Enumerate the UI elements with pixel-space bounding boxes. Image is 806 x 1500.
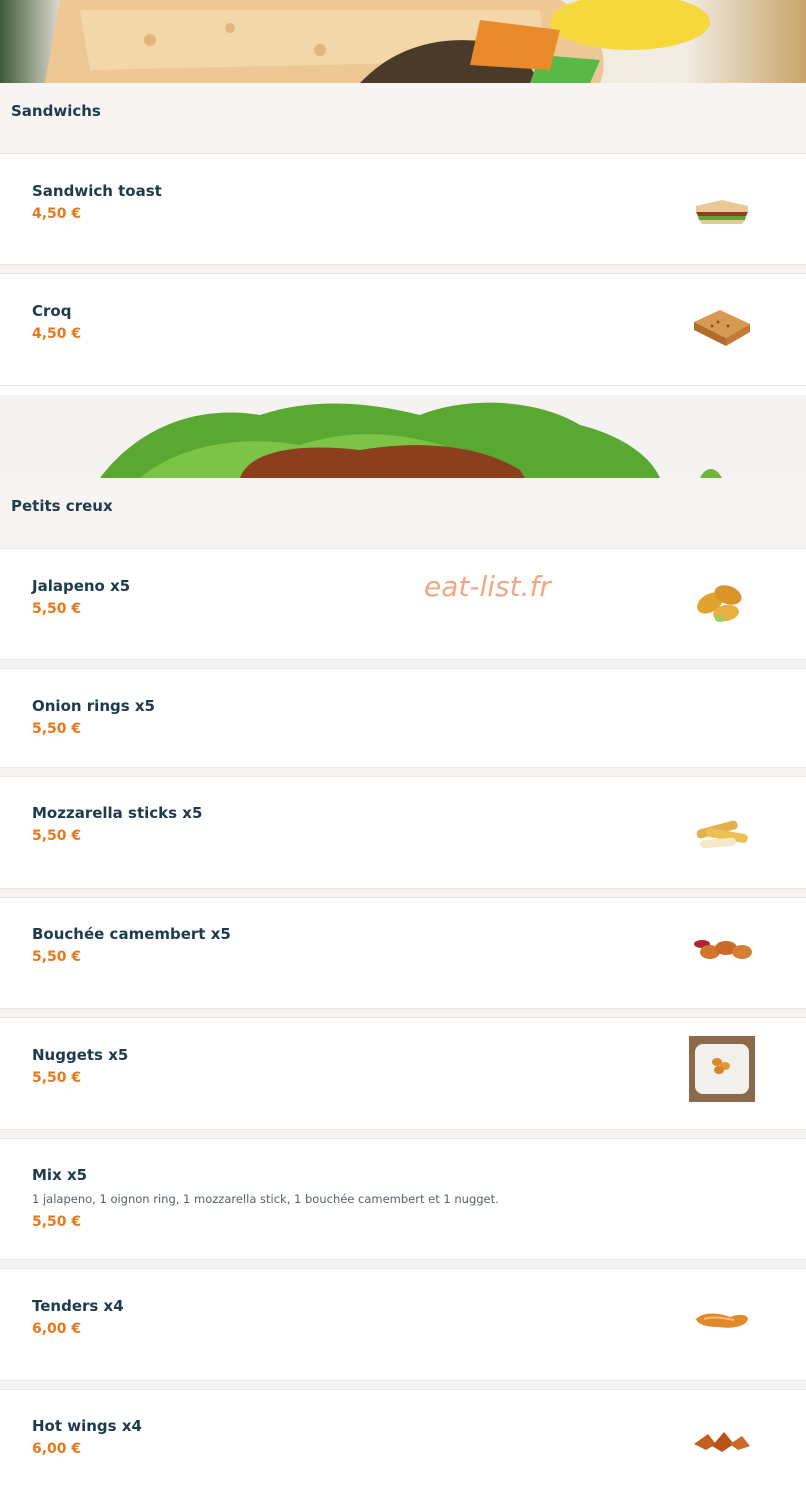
nuggets-plate-photo — [689, 1036, 755, 1102]
item-price: 5,50 € — [32, 828, 82, 844]
item-price: 5,50 € — [32, 721, 82, 737]
item-name: Jalapeno x5 — [32, 577, 131, 595]
croque-monsieur-photo — [690, 296, 754, 360]
section-title: Sandwichs — [11, 102, 101, 120]
menu-item[interactable]: Mozzarella sticks x5 5,50 € — [0, 776, 806, 889]
item-name: Sandwich toast — [32, 182, 162, 200]
item-description: 1 jalapeno, 1 oignon ring, 1 mozzarella … — [32, 1192, 499, 1206]
item-name: Nuggets x5 — [32, 1046, 129, 1064]
item-price: 5,50 € — [32, 949, 82, 965]
menu-item[interactable]: Bouchée camembert x5 5,50 € — [0, 897, 806, 1009]
menu-item[interactable]: Tenders x4 6,00 € — [0, 1268, 806, 1381]
section-title: Petits creux — [11, 497, 113, 515]
item-price: 6,00 € — [32, 1321, 82, 1337]
menu-item[interactable]: Onion rings x5 5,50 € — [0, 668, 806, 768]
section-header-sandwichs: Sandwichs — [0, 83, 806, 143]
hot-wings-photo — [690, 1410, 754, 1474]
item-name: Tenders x4 — [32, 1297, 124, 1315]
chicken-salad-banner-image — [0, 395, 806, 478]
menu-item[interactable]: Sandwich toast 4,50 € — [0, 153, 806, 265]
item-price: 4,50 € — [32, 206, 82, 222]
item-price: 6,00 € — [32, 1441, 82, 1457]
mozzarella-sticks-photo — [690, 799, 754, 863]
item-name: Onion rings x5 — [32, 697, 155, 715]
item-price: 5,50 € — [32, 1214, 82, 1230]
menu-item[interactable]: Mix x5 1 jalapeno, 1 oignon ring, 1 mozz… — [0, 1138, 806, 1260]
menu-item[interactable]: Croq 4,50 € — [0, 273, 806, 386]
item-name: Hot wings x4 — [32, 1417, 142, 1435]
item-price: 4,50 € — [32, 326, 82, 342]
item-price: 5,50 € — [32, 601, 82, 617]
camembert-bites-photo — [690, 918, 754, 982]
item-name: Mix x5 — [32, 1166, 88, 1184]
item-price: 5,50 € — [32, 1070, 82, 1086]
jalapeno-poppers-photo — [690, 569, 754, 633]
club-sandwich-photo — [690, 176, 754, 240]
item-name: Croq — [32, 302, 72, 320]
tenders-photo — [690, 1289, 754, 1353]
sandwich-banner-image — [0, 0, 806, 83]
menu-item[interactable]: Nuggets x5 5,50 € — [0, 1017, 806, 1130]
watermark: eat-list.fr — [424, 570, 551, 603]
item-name: Bouchée camembert x5 — [32, 925, 231, 943]
menu-item[interactable]: Jalapeno x5 5,50 € — [0, 548, 806, 660]
item-name: Mozzarella sticks x5 — [32, 804, 203, 822]
menu-item[interactable]: Hot wings x4 6,00 € — [0, 1389, 806, 1500]
section-header-petits-creux: Petits creux — [0, 478, 806, 538]
